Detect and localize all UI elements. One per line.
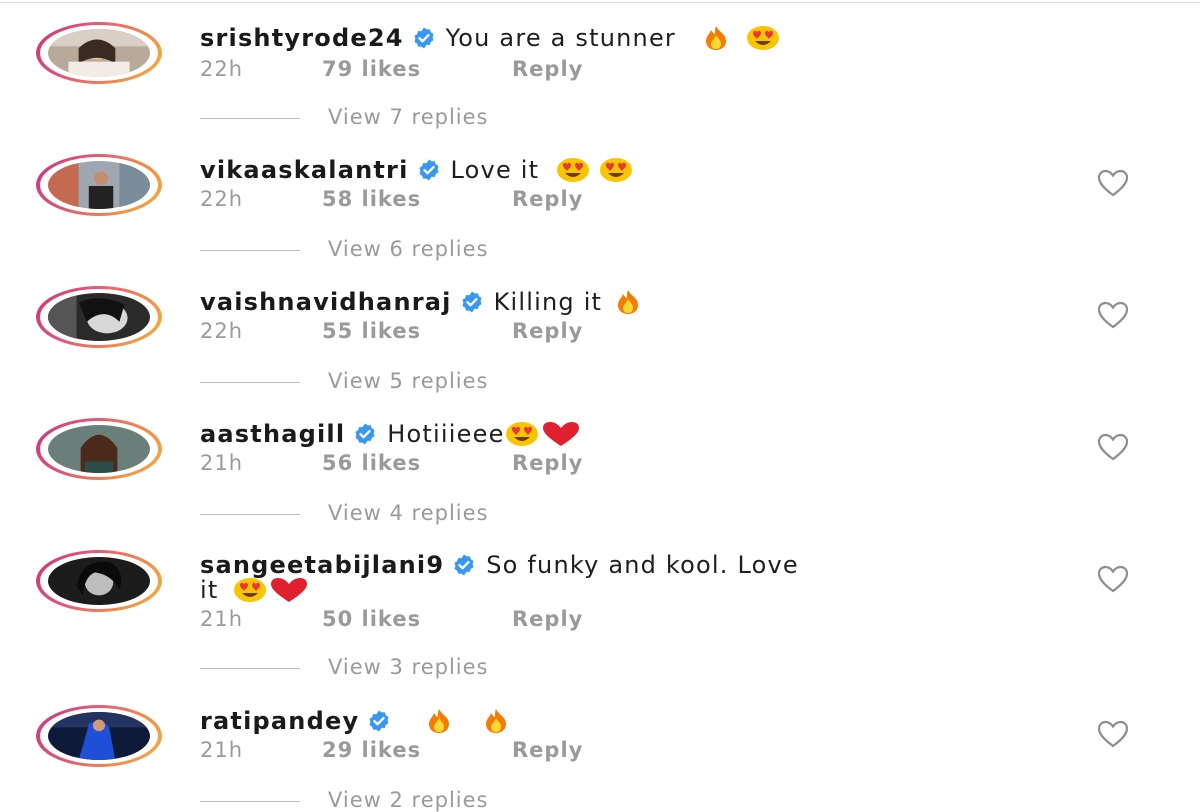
avatar-story-ring[interactable] — [36, 705, 162, 767]
comment-text: Love it — [450, 156, 540, 184]
avatar-story-ring[interactable] — [36, 286, 162, 348]
replies-divider — [200, 800, 300, 802]
like-heart-icon[interactable] — [1096, 719, 1130, 749]
comment-likes[interactable]: 50 likes — [322, 608, 512, 630]
avatar[interactable] — [48, 293, 150, 341]
view-replies-label: View 3 replies — [328, 655, 489, 679]
view-replies-button[interactable]: View 6 replies — [200, 238, 489, 260]
comment-time: 22h — [200, 57, 244, 81]
replies-divider — [200, 381, 300, 383]
comment-time: 22h — [200, 319, 244, 343]
comment-text: So funky and kool. Love — [486, 551, 799, 579]
comment-time: 21h — [200, 607, 244, 631]
avatar[interactable] — [48, 425, 150, 473]
comment-text: You are a stunner — [445, 24, 676, 52]
comment-text-continued: it — [200, 576, 219, 604]
view-replies-label: View 2 replies — [328, 788, 489, 812]
avatar-story-ring[interactable] — [36, 154, 162, 216]
reply-button[interactable]: Reply — [512, 738, 583, 762]
replies-divider — [200, 249, 300, 251]
view-replies-button[interactable]: View 2 replies — [200, 789, 489, 811]
red-heart-emoji-icon — [539, 421, 583, 447]
replies-divider — [200, 117, 300, 119]
comment-likes[interactable]: 79 likes — [322, 58, 512, 80]
comment-likes[interactable]: 58 likes — [322, 188, 512, 210]
heart-eyes-emoji-icon — [599, 157, 633, 183]
verified-badge-icon — [412, 26, 436, 50]
comment-time: 22h — [200, 187, 244, 211]
view-replies-button[interactable]: View 4 replies — [200, 502, 489, 524]
comment-time: 21h — [200, 451, 244, 475]
comment-likes[interactable]: 29 likes — [322, 739, 512, 761]
like-heart-icon[interactable] — [1096, 300, 1130, 330]
verified-badge-icon — [353, 422, 377, 446]
comment-time: 21h — [200, 738, 244, 762]
reply-button[interactable]: Reply — [512, 57, 583, 81]
comment-text: Hotiiieee — [387, 420, 505, 448]
view-replies-label: View 6 replies — [328, 237, 489, 261]
view-replies-label: View 7 replies — [328, 105, 489, 129]
replies-divider — [200, 513, 300, 515]
reply-button[interactable]: Reply — [512, 607, 583, 631]
comment-username[interactable]: sangeetabijlani9 — [200, 551, 444, 579]
heart-eyes-emoji-icon — [556, 157, 590, 183]
avatar[interactable] — [48, 712, 150, 760]
reply-button[interactable]: Reply — [512, 451, 583, 475]
like-heart-icon[interactable] — [1096, 168, 1130, 198]
avatar[interactable] — [48, 161, 150, 209]
comment-likes[interactable]: 56 likes — [322, 452, 512, 474]
comment-username[interactable]: vaishnavidhanraj — [200, 288, 452, 316]
heart-eyes-emoji-icon — [505, 421, 539, 447]
comment-likes[interactable]: 55 likes — [322, 320, 512, 342]
avatar-story-ring[interactable] — [36, 550, 162, 612]
verified-badge-icon — [367, 709, 391, 733]
verified-badge-icon — [460, 290, 484, 314]
avatar-story-ring[interactable] — [36, 22, 162, 84]
view-replies-button[interactable]: View 3 replies — [200, 656, 489, 678]
comment-text: Killing it — [493, 288, 603, 316]
fire-emoji-icon — [611, 289, 645, 315]
comment-username[interactable]: aasthagill — [200, 420, 345, 448]
reply-button[interactable]: Reply — [512, 319, 583, 343]
heart-eyes-emoji-icon — [746, 25, 780, 51]
comment-username[interactable]: vikaaskalantri — [200, 156, 409, 184]
red-heart-emoji-icon — [267, 577, 311, 603]
verified-badge-icon — [452, 553, 476, 577]
fire-emoji-icon — [422, 708, 456, 734]
avatar[interactable] — [48, 29, 150, 77]
avatar[interactable] — [48, 557, 150, 605]
fire-emoji-icon — [479, 708, 513, 734]
verified-badge-icon — [417, 158, 441, 182]
replies-divider — [200, 667, 300, 669]
fire-emoji-icon — [699, 25, 733, 51]
like-heart-icon[interactable] — [1096, 564, 1130, 594]
avatar-story-ring[interactable] — [36, 418, 162, 480]
heart-eyes-emoji-icon — [233, 577, 267, 603]
comment-username[interactable]: srishtyrode24 — [200, 24, 404, 52]
like-heart-icon[interactable] — [1096, 432, 1130, 462]
top-divider — [0, 2, 1200, 3]
view-replies-label: View 5 replies — [328, 369, 489, 393]
comment-username[interactable]: ratipandey — [200, 707, 359, 735]
view-replies-button[interactable]: View 5 replies — [200, 370, 489, 392]
view-replies-label: View 4 replies — [328, 501, 489, 525]
reply-button[interactable]: Reply — [512, 187, 583, 211]
view-replies-button[interactable]: View 7 replies — [200, 106, 489, 128]
